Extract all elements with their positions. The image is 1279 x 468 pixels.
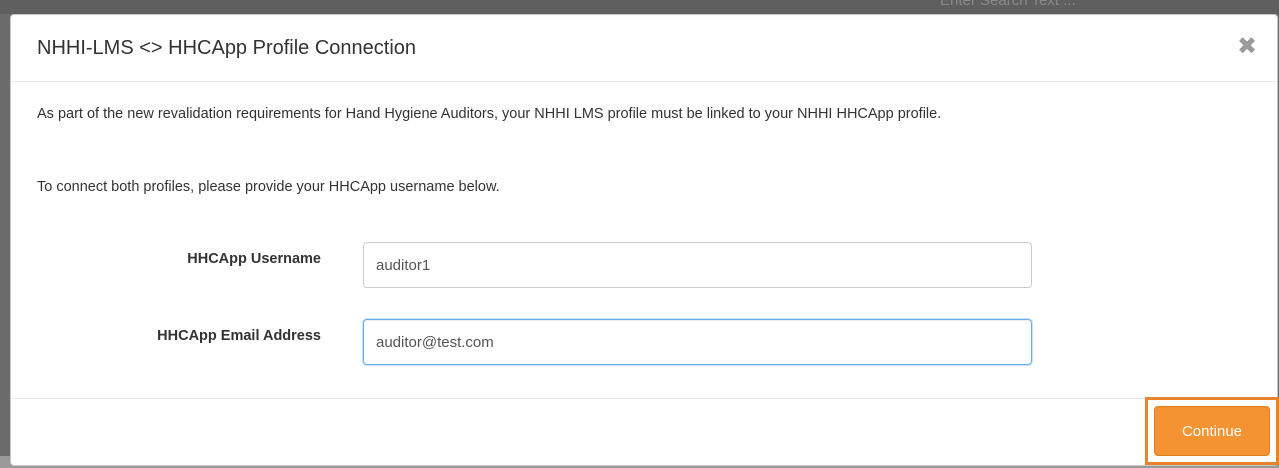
continue-button-highlight: Continue [1145, 397, 1279, 465]
intro-text: As part of the new revalidation requirem… [37, 106, 942, 122]
modal-title: NHHI-LMS <> HHCApp Profile Connection [37, 37, 417, 59]
email-input[interactable] [363, 319, 1032, 365]
modal-body: As part of the new revalidation requirem… [11, 82, 1277, 398]
modal-footer: Continue [11, 397, 1279, 467]
email-label: HHCApp Email Address [157, 328, 321, 344]
modal-header: NHHI-LMS <> HHCApp Profile Connection ✖ [11, 15, 1277, 82]
instruction-text: To connect both profiles, please provide… [37, 179, 500, 195]
close-icon[interactable]: ✖ [1234, 32, 1260, 60]
continue-button[interactable]: Continue [1154, 406, 1270, 456]
background-search-text: Enter Search Text ... [940, 0, 1076, 9]
username-label: HHCApp Username [187, 251, 321, 267]
username-input[interactable] [363, 242, 1032, 288]
profile-connection-modal: NHHI-LMS <> HHCApp Profile Connection ✖ … [10, 14, 1279, 467]
background-page-strip [0, 0, 1279, 14]
